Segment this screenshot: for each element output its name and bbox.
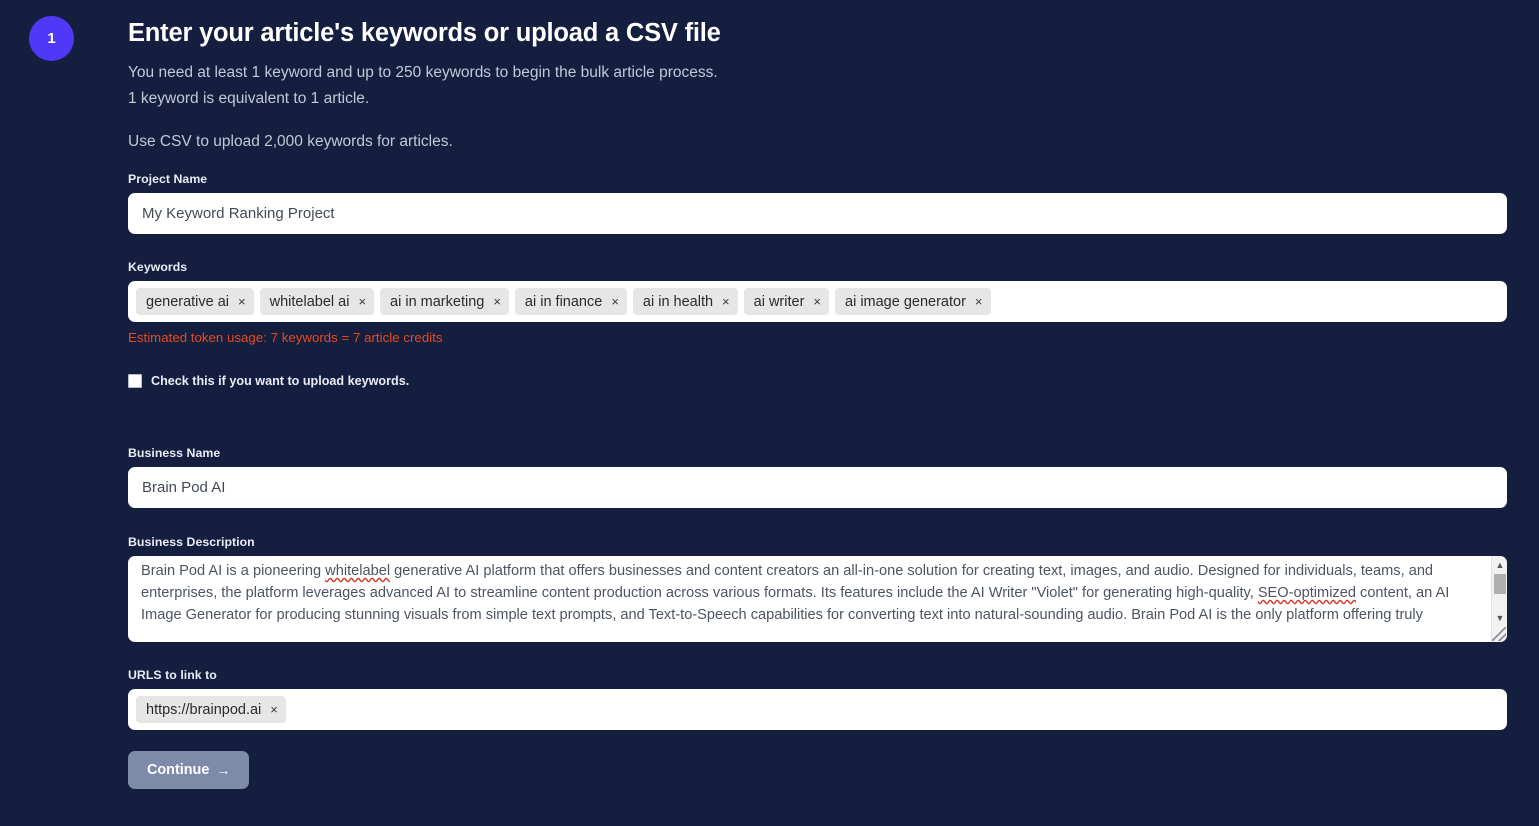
scroll-up-arrow-icon[interactable]: ▲: [1492, 557, 1507, 572]
description-misspelled-word-2: SEO-optimized: [1257, 585, 1356, 602]
keyword-chip-label: ai in marketing: [390, 293, 485, 310]
remove-keyword-icon[interactable]: ×: [493, 295, 501, 308]
remove-url-icon[interactable]: ×: [270, 703, 278, 716]
header-line-1: You need at least 1 keyword and up to 25…: [128, 64, 718, 81]
keywords-field: Keywords generative ai × whitelabel ai × ai …: [128, 260, 1507, 345]
continue-button[interactable]: Continue →: [128, 751, 250, 789]
business-description-text: Brain Pod AI is a pioneering whitelabel …: [141, 560, 1481, 627]
keyword-chip-label: ai in finance: [524, 293, 603, 310]
business-description-textarea[interactable]: Brain Pod AI is a pioneering whitelabel …: [128, 556, 1507, 642]
project-name-field: Project Name: [128, 172, 1507, 234]
scrollbar-thumb[interactable]: [1494, 574, 1506, 594]
bulk-article-step-page: 1 Enter your article's keywords or uploa…: [0, 0, 1539, 826]
scroll-down-arrow-icon[interactable]: ▼: [1492, 610, 1507, 625]
upload-keywords-toggle-row[interactable]: Check this if you want to upload keyword…: [128, 374, 409, 388]
upload-keywords-label: Check this if you want to upload keyword…: [151, 374, 410, 388]
project-name-label: Project Name: [128, 172, 208, 186]
keyword-chip[interactable]: ai image generator ×: [835, 288, 991, 315]
keyword-chip[interactable]: ai in finance ×: [514, 288, 627, 315]
arrow-right-icon: →: [216, 762, 231, 778]
description-misspelled-word-1: whitelabel: [325, 563, 391, 579]
keyword-chip[interactable]: ai in health ×: [632, 288, 738, 315]
keyword-chip-label: ai image generator: [845, 293, 966, 310]
business-name-input[interactable]: [128, 467, 1507, 508]
continue-button-label: Continue: [147, 762, 210, 778]
step-number-badge: 1: [29, 16, 74, 61]
textarea-resize-grip-icon[interactable]: [1492, 627, 1506, 641]
keyword-chip-label: ai in health: [642, 293, 714, 310]
remove-keyword-icon[interactable]: ×: [358, 295, 366, 308]
keyword-chip[interactable]: ai in marketing ×: [380, 288, 509, 315]
keywords-label: Keywords: [128, 260, 188, 274]
business-name-field: Business Name: [128, 446, 1507, 508]
upload-keywords-checkbox[interactable]: [128, 374, 142, 388]
keyword-chip[interactable]: ai writer ×: [743, 288, 829, 315]
keyword-chip[interactable]: generative ai ×: [136, 288, 254, 315]
keyword-chip-label: generative ai: [146, 293, 230, 310]
project-name-input[interactable]: [128, 193, 1507, 234]
keyword-chip-label: ai writer: [753, 293, 805, 310]
remove-keyword-icon[interactable]: ×: [238, 295, 246, 308]
urls-label: URLS to link to: [128, 668, 217, 682]
url-chip[interactable]: https://brainpod.ai ×: [136, 696, 286, 723]
keyword-chip[interactable]: whitelabel ai ×: [259, 288, 375, 315]
step-number: 1: [47, 30, 56, 47]
token-usage-note: Estimated token usage: 7 keywords = 7 ar…: [128, 330, 443, 345]
description-part-1: Brain Pod AI is a pioneering: [141, 563, 326, 579]
url-chip-label: https://brainpod.ai: [146, 701, 262, 718]
keyword-chip-label: whitelabel ai: [269, 293, 350, 310]
header-line-3: Use CSV to upload 2,000 keywords for art…: [128, 133, 453, 150]
urls-chip-input[interactable]: https://brainpod.ai ×: [128, 689, 1507, 730]
business-name-label: Business Name: [128, 446, 221, 460]
remove-keyword-icon[interactable]: ×: [611, 295, 619, 308]
page-header: Enter your article's keywords or upload …: [128, 16, 1518, 155]
remove-keyword-icon[interactable]: ×: [975, 295, 983, 308]
remove-keyword-icon[interactable]: ×: [722, 295, 730, 308]
urls-field: URLS to link to https://brainpod.ai ×: [128, 668, 1507, 730]
keywords-chip-input[interactable]: generative ai × whitelabel ai × ai in market…: [128, 281, 1507, 322]
header-line-2: 1 keyword is equivalent to 1 article.: [128, 90, 370, 107]
page-title: Enter your article's keywords or upload …: [128, 19, 721, 47]
remove-keyword-icon[interactable]: ×: [813, 295, 821, 308]
business-description-label: Business Description: [128, 535, 255, 549]
business-description-field: Business Description Brain Pod AI is a p…: [128, 535, 1507, 642]
